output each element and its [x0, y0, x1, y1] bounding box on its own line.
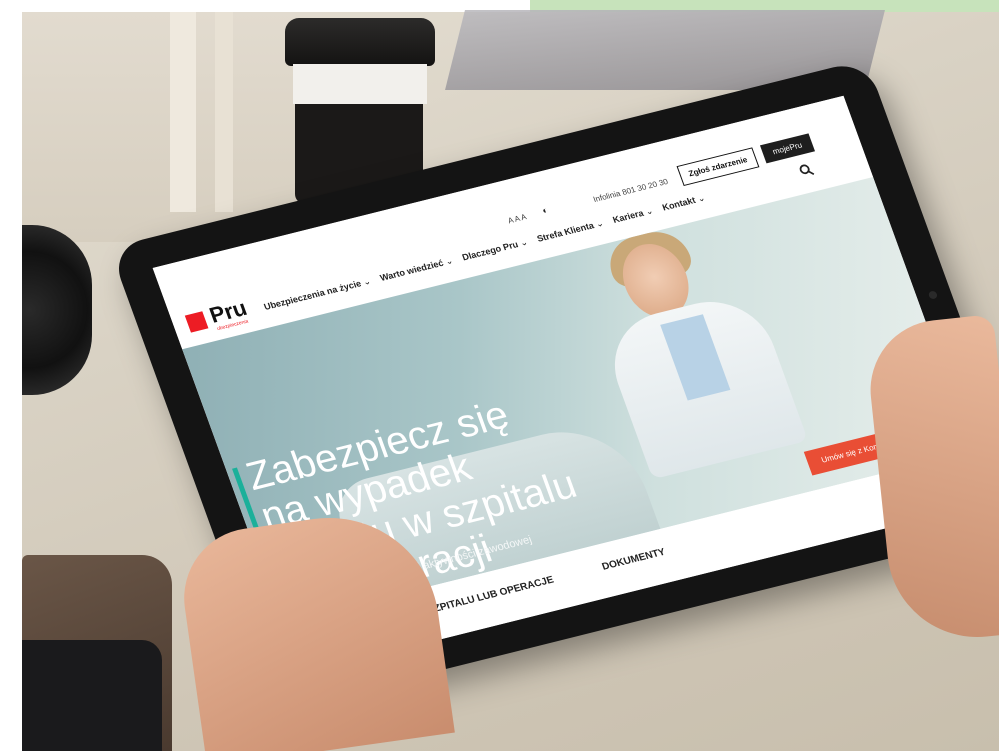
font-size-control[interactable]: A A A — [507, 212, 528, 225]
nav-item-contact[interactable]: Kontakt — [661, 193, 707, 214]
contrast-icon[interactable]: ◐ — [541, 205, 550, 216]
photo-scene: Pru ubezpieczenia A A A ◐ Infolinia 801 … — [0, 0, 999, 751]
tab-documents[interactable]: DOKUMENTY — [601, 547, 667, 573]
hotline-text: Infolinia 801 30 20 30 — [591, 177, 670, 205]
search-icon[interactable] — [797, 162, 815, 179]
login-button[interactable]: mojePru — [759, 133, 815, 164]
nav-item-knowledge[interactable]: Warto wiedzieć — [379, 255, 455, 283]
tablet-wrapper: Pru ubezpieczenia A A A ◐ Infolinia 801 … — [0, 0, 999, 751]
logo-square-icon — [184, 311, 209, 333]
nav-item-why-pru[interactable]: Dlaczego Pru — [461, 237, 530, 264]
nav-item-career[interactable]: Kariera — [611, 206, 655, 226]
report-claim-button[interactable]: Zgłoś zdarzenie — [676, 147, 760, 187]
tablet-camera — [927, 290, 939, 300]
nav-item-client-zone[interactable]: Strefa Klienta — [536, 218, 606, 245]
